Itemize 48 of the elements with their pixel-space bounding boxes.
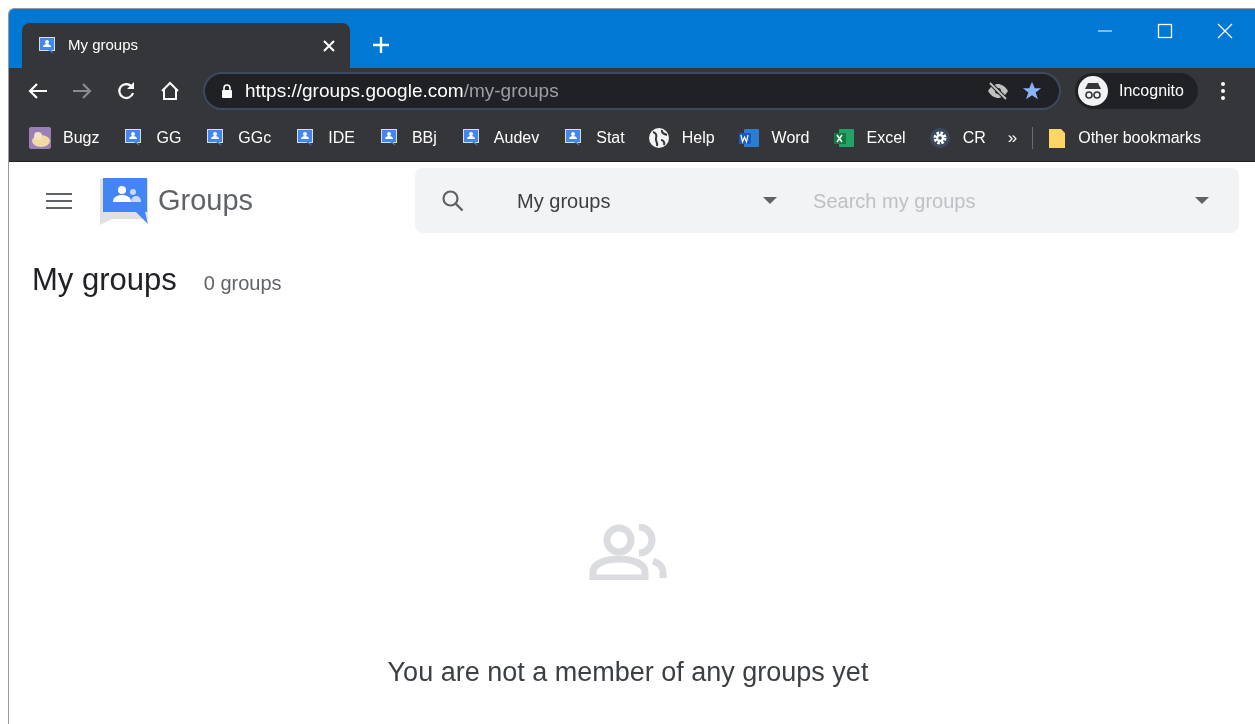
menu-icon[interactable] <box>46 191 72 210</box>
maximize-icon[interactable] <box>1157 23 1173 39</box>
bookmark[interactable]: GGc <box>204 125 272 150</box>
groups-icon <box>36 34 58 57</box>
app-name: Groups <box>158 182 254 218</box>
empty-message: You are not a member of any groups yet <box>387 655 869 689</box>
incognito-button[interactable]: Incognito <box>1075 73 1198 109</box>
menu-icon[interactable] <box>1219 81 1226 101</box>
bookmark[interactable]: IDE <box>294 125 355 150</box>
excel-icon <box>832 126 855 149</box>
tab-title: My groups <box>68 35 140 56</box>
star-icon[interactable] <box>1021 80 1043 102</box>
caret-icon[interactable] <box>1195 196 1209 205</box>
home-icon[interactable] <box>159 80 181 102</box>
search-icon[interactable] <box>441 188 466 213</box>
groups-logo-icon <box>100 176 150 225</box>
globe-icon <box>647 126 670 149</box>
caret-icon <box>763 196 778 205</box>
address-bar[interactable]: https://groups.google.com/my-groups <box>203 72 1061 110</box>
bookmark[interactable]: CR <box>928 125 986 150</box>
bookmarks-overflow[interactable]: » <box>1007 124 1018 151</box>
new-tab-icon[interactable] <box>372 36 390 54</box>
forward-icon[interactable] <box>71 81 93 101</box>
bookmark[interactable]: Stat <box>562 125 625 150</box>
reload-icon[interactable] <box>115 80 137 102</box>
word-icon <box>737 126 760 149</box>
url-text: https://groups.google.com/my-groups <box>245 78 560 103</box>
other-bookmarks[interactable]: Other bookmarks <box>1048 125 1201 150</box>
profile-label: Incognito <box>1119 81 1184 101</box>
folder-icon <box>1048 126 1067 149</box>
lock-icon <box>221 84 233 98</box>
bookmark[interactable]: Bugz <box>29 125 100 150</box>
gear-icon <box>928 126 951 149</box>
incognito-icon <box>1077 75 1109 107</box>
scope-dropdown[interactable]: My groups <box>517 185 778 216</box>
bookmark[interactable]: Help <box>647 125 715 150</box>
bookmark[interactable]: Audev <box>459 125 540 150</box>
bookmark[interactable]: GG <box>122 125 182 150</box>
bookmark[interactable]: Word <box>737 125 810 150</box>
back-icon[interactable] <box>27 81 49 101</box>
bookmark[interactable]: Excel <box>832 125 906 150</box>
group-count: 0 groups <box>203 271 282 296</box>
page-heading: My groups <box>32 261 177 299</box>
browser-tab[interactable]: My groups <box>22 23 350 68</box>
bookmark[interactable]: BBj <box>377 125 437 150</box>
eye-slash-icon[interactable] <box>987 82 1009 100</box>
close-icon[interactable] <box>322 38 336 53</box>
people-icon <box>589 523 667 580</box>
